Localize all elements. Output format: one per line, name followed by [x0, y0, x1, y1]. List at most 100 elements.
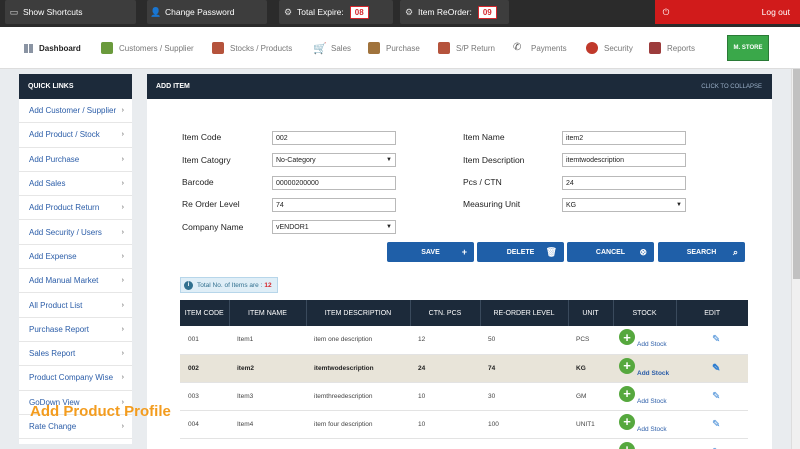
add-circle-icon[interactable]: +	[619, 385, 635, 402]
add-stock-link[interactable]: Add Stock	[637, 370, 669, 377]
store-logo[interactable]: M. STORE	[727, 35, 769, 61]
company-name-value: vENDOR1	[276, 223, 309, 231]
nav-security[interactable]: Security	[586, 37, 633, 59]
total-expire-button[interactable]: ⚙ Total Expire: 08	[279, 0, 393, 24]
col-edit[interactable]: EDIT	[676, 300, 748, 326]
reorder-level-input[interactable]: 74	[272, 198, 396, 212]
table-row[interactable]: 003 Item3 itemthreedescription 10 30 GM …	[180, 382, 748, 411]
sidebar-item-label: Add Purchase	[29, 154, 80, 164]
item-name-input[interactable]: item2	[562, 131, 686, 145]
col-unit[interactable]: UNIT	[568, 300, 614, 326]
cell-item-name: Item5	[229, 438, 306, 449]
measuring-unit-select[interactable]: KG ▼	[562, 198, 686, 212]
collapse-link[interactable]: CLICK TO COLLAPSE	[701, 84, 762, 90]
cell-edit: ✎	[676, 438, 748, 449]
cell-item-code: 003	[180, 382, 229, 411]
cancel-button[interactable]: CANCEL ⊗	[567, 242, 654, 262]
cell-item-code: 002	[180, 354, 229, 383]
page-scrollbar[interactable]	[791, 69, 800, 449]
item-name-label: Item Name	[463, 132, 505, 142]
sidebar-item-all-product-list[interactable]: All Product List ›	[19, 293, 132, 318]
add-item-panel: ADD ITEM CLICK TO COLLAPSE Item Code 002…	[147, 74, 772, 449]
sidebar-item-label: Add Product Return	[29, 203, 100, 213]
item-category-select[interactable]: No-Category ▼	[272, 153, 396, 167]
pencil-icon[interactable]: ✎	[684, 391, 720, 402]
pcs-ctn-input[interactable]: 24	[562, 176, 686, 190]
search-button[interactable]: SEARCH ⌕	[658, 242, 745, 262]
barcode-input[interactable]: 00000200000	[272, 176, 396, 190]
nav-sales[interactable]: 🛒 Sales	[313, 37, 351, 59]
sidebar-item-label: Add Customer / Supplier	[29, 106, 117, 116]
add-stock-link[interactable]: Add Stock	[637, 426, 667, 433]
show-shortcuts-button[interactable]: ▭ Show Shortcuts	[5, 0, 136, 24]
nav-stocks-label: Stocks / Products	[230, 43, 293, 53]
table-row[interactable]: 004 Item4 item four description 10 100 U…	[180, 410, 748, 439]
sidebar-item-label: Add Product / Stock	[29, 130, 100, 140]
item-description-input[interactable]: itemtwodescription	[562, 153, 686, 167]
table-row[interactable]: 005 Item5 item five description 10 5 UNI…	[180, 438, 748, 449]
sidebar-item-add-security[interactable]: Add Security / Users ›	[19, 220, 132, 245]
sidebar-item-purchase-report[interactable]: Purchase Report ›	[19, 318, 132, 342]
sidebar-item-add-purchase[interactable]: Add Purchase ›	[19, 148, 132, 172]
cancel-label: CANCEL	[595, 248, 626, 256]
add-circle-icon[interactable]: +	[619, 357, 635, 374]
nav-payments[interactable]: ✆ Payments	[513, 37, 567, 59]
sidebar-item-add-product-return[interactable]: Add Product Return ›	[19, 196, 132, 221]
item-reorder-button[interactable]: ⚙ Item ReOrder: 09	[400, 0, 509, 24]
nav-dashboard[interactable]: Dashboard	[24, 37, 81, 59]
table-row[interactable]: 002 item2 itemtwodescription 24 74 KG + A…	[180, 354, 748, 383]
save-button[interactable]: SAVE +	[387, 242, 474, 262]
col-stock[interactable]: STOCK	[613, 300, 677, 326]
caret-down-icon: ▼	[676, 202, 682, 208]
col-item-code[interactable]: ITEM CODE	[180, 300, 230, 326]
logout-button[interactable]: ⏻ Log out	[655, 0, 800, 24]
nav-purchase[interactable]: Purchase	[368, 37, 420, 59]
nav-sp-return[interactable]: S/P Return	[438, 37, 495, 59]
sidebar-item-sales-report[interactable]: Sales Report ›	[19, 342, 132, 367]
item-description-label: Item Description	[463, 155, 525, 165]
item-category-value: No-Category	[276, 156, 316, 164]
delete-button[interactable]: DELETE 🗑	[477, 242, 564, 262]
sidebar-item-add-product[interactable]: Add Product / Stock ›	[19, 123, 132, 148]
cell-item-description: itemtwodescription	[306, 354, 410, 383]
table-row[interactable]: 001 Item1 item one description 12 50 PCS…	[180, 326, 748, 355]
pcs-ctn-value: 24	[566, 179, 574, 187]
gear-icon: ⚙	[283, 6, 293, 17]
barcode-label: Barcode	[182, 177, 214, 187]
user-icon: 👤	[150, 6, 162, 17]
col-reorder-level[interactable]: RE-ORDER LEVEL	[480, 300, 569, 326]
pencil-icon[interactable]: ✎	[684, 363, 720, 374]
add-circle-icon[interactable]: +	[619, 413, 635, 430]
change-password-button[interactable]: 👤 Change Password	[147, 0, 267, 24]
add-item-panel-header: ADD ITEM CLICK TO COLLAPSE	[147, 74, 772, 99]
nav-stocks[interactable]: Stocks / Products	[212, 37, 292, 59]
sidebar-item-product-company-wise[interactable]: Product Company Wise ›	[19, 366, 132, 391]
sidebar-item-add-sales[interactable]: Add Sales ›	[19, 172, 132, 197]
col-item-description[interactable]: ITEM DESCRIPTION	[306, 300, 411, 326]
item-code-input[interactable]: 002	[272, 131, 396, 145]
sidebar-item-label: Sales Report	[29, 349, 76, 359]
nav-customers[interactable]: Customers / Supplier	[101, 37, 194, 59]
chevron-right-icon: ›	[121, 252, 124, 260]
sidebar-item-add-expense[interactable]: Add Expense ›	[19, 245, 132, 270]
col-item-name[interactable]: ITEM NAME	[229, 300, 307, 326]
col-ctn-pcs[interactable]: CTN. PCS	[410, 300, 481, 326]
pencil-icon[interactable]: ✎	[684, 334, 720, 345]
measuring-unit-value: KG	[566, 201, 577, 209]
chevron-right-icon: ›	[121, 423, 124, 430]
nav-reports[interactable]: Reports	[649, 37, 695, 59]
pencil-icon[interactable]: ✎	[684, 419, 720, 430]
add-stock-link[interactable]: Add Stock	[637, 341, 667, 348]
add-circle-icon[interactable]: +	[619, 329, 635, 345]
add-stock-link[interactable]: Add Stock	[637, 398, 667, 405]
item-name-value: item2	[566, 134, 584, 142]
sidebar-item-add-manual-market[interactable]: Add Manual Market ›	[19, 269, 132, 294]
scrollbar-thumb[interactable]	[793, 69, 800, 279]
sidebar-item-add-customer[interactable]: Add Customer / Supplier ›	[19, 99, 132, 124]
sidebar-item-label: Add Sales	[29, 179, 66, 189]
add-circle-icon[interactable]: +	[619, 441, 635, 449]
company-name-select[interactable]: vENDOR1 ▼	[272, 220, 396, 234]
item-count-text: Total No. of Items are :	[197, 281, 263, 289]
plus-icon: +	[461, 247, 467, 257]
dashboard-icon	[24, 43, 33, 53]
